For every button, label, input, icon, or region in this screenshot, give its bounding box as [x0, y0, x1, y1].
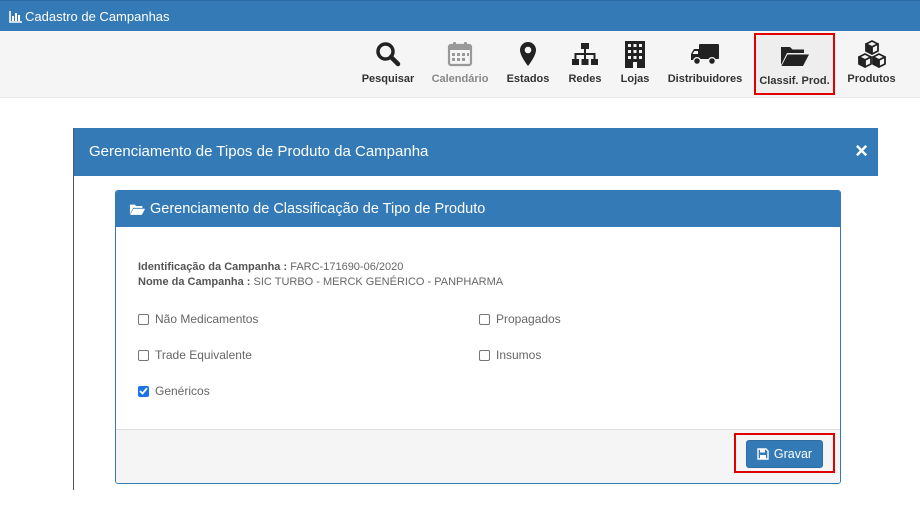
checkbox-label: Não Medicamentos	[155, 312, 259, 326]
folder-open-icon	[780, 47, 809, 66]
toolbar-classif-prod-label: Classif. Prod.	[759, 75, 830, 87]
checkbox-box-checked[interactable]	[138, 385, 149, 397]
checkbox-label: Trade Equivalente	[155, 348, 252, 362]
checkbox-label: Insumos	[496, 348, 542, 362]
campaign-id-label: Identificação da Campanha :	[138, 261, 288, 273]
campaign-name-label: Nome da Campanha :	[138, 276, 251, 288]
toolbar-classif-prod-button[interactable]: Classif. Prod.	[754, 33, 835, 95]
toolbar-pesquisar-button[interactable]: Pesquisar	[359, 31, 417, 97]
checkbox-box[interactable]	[138, 313, 149, 325]
checkbox-genericos[interactable]: Genéricos	[138, 384, 210, 398]
sitemap-icon	[572, 43, 598, 65]
toolbar-distribuidores-button[interactable]: Distribuidores	[666, 31, 744, 97]
toolbar-distribuidores-label: Distribuidores	[667, 73, 743, 85]
checkbox-insumos[interactable]: Insumos	[479, 348, 541, 362]
floppy-disk-icon	[757, 448, 769, 460]
panel-title: Gerenciamento de Classificação de Tipo d…	[150, 201, 486, 217]
toolbar-estados-button[interactable]: Estados	[504, 31, 552, 97]
save-button[interactable]: Gravar	[746, 440, 823, 468]
checkbox-trade-equivalente[interactable]: Trade Equivalente	[138, 348, 252, 362]
toolbar-pesquisar-label: Pesquisar	[361, 73, 415, 85]
toolbar-produtos-button[interactable]: Produtos	[845, 31, 898, 97]
toolbar-redes-button[interactable]: Redes	[565, 31, 605, 97]
campaign-info: Identificação da Campanha : FARC-171690-…	[138, 260, 503, 290]
toolbar-calendario-label: Calendário	[431, 73, 489, 85]
checkbox-nao-medicamentos[interactable]: Não Medicamentos	[138, 312, 258, 326]
checkbox-label: Genéricos	[155, 384, 210, 398]
panel-footer: Gravar	[116, 429, 840, 483]
search-icon	[376, 42, 401, 67]
checkbox-box[interactable]	[479, 349, 490, 361]
check-icon	[139, 387, 148, 395]
gravar-highlight: Gravar	[734, 433, 835, 473]
app-title-text: Cadastro de Campanhas	[25, 9, 170, 24]
app-header: Cadastro de Campanhas	[0, 0, 920, 31]
checkbox-box[interactable]	[138, 349, 149, 361]
modal-title: Gerenciamento de Tipos de Produto da Cam…	[89, 143, 429, 160]
app-title: Cadastro de Campanhas	[9, 9, 170, 24]
cubes-icon	[857, 40, 886, 68]
toolbar-redes-label: Redes	[568, 73, 602, 85]
checkbox-label: Propagados	[496, 312, 561, 326]
truck-icon	[691, 44, 719, 66]
toolbar-lojas-label: Lojas	[620, 73, 650, 85]
building-icon	[625, 40, 645, 68]
modal-header: Gerenciamento de Tipos de Produto da Cam…	[74, 128, 878, 176]
toolbar: Pesquisar Calendário Estados Redes Lojas…	[0, 31, 920, 98]
modal-close-icon[interactable]: ×	[855, 140, 868, 162]
map-marker-icon	[520, 42, 536, 66]
toolbar-produtos-label: Produtos	[847, 73, 896, 85]
campaign-id-value: FARC-171690-06/2020	[290, 261, 404, 273]
bar-chart-icon	[9, 10, 22, 23]
calendar-icon	[447, 42, 473, 67]
campaign-name-value: SIC TURBO - MERCK GENÉRICO - PANPHARMA	[253, 276, 504, 288]
panel-header: Gerenciamento de Classificação de Tipo d…	[116, 191, 840, 227]
toolbar-estados-label: Estados	[506, 73, 550, 85]
toolbar-lojas-button[interactable]: Lojas	[617, 31, 653, 97]
folder-open-icon	[129, 204, 146, 215]
save-button-label: Gravar	[773, 447, 813, 461]
classification-panel: Gerenciamento de Classificação de Tipo d…	[115, 190, 841, 484]
toolbar-calendario-button[interactable]: Calendário	[428, 31, 492, 97]
checkbox-propagados[interactable]: Propagados	[479, 312, 561, 326]
checkbox-box[interactable]	[479, 313, 490, 325]
product-type-modal: Gerenciamento de Tipos de Produto da Cam…	[74, 128, 878, 490]
